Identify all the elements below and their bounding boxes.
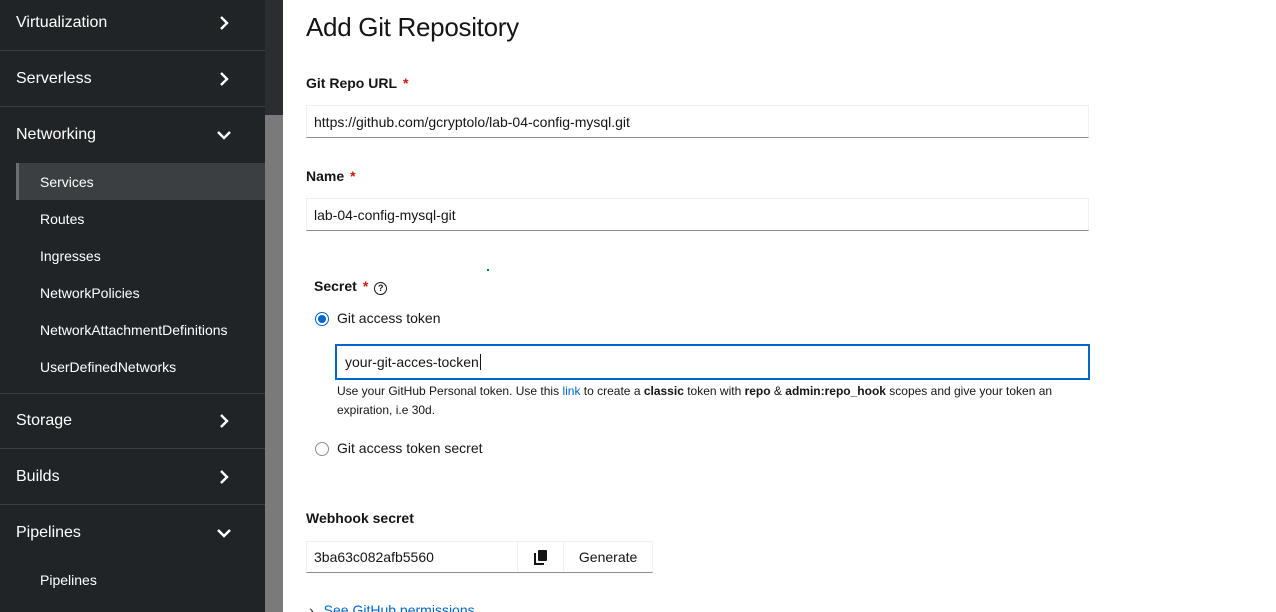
nav-section-label: Storage [16,411,73,429]
page-title: Add Git Repository [306,12,519,42]
webhook-secret-input[interactable]: 3ba63c082afb5560 [307,542,519,572]
main-content: Add Git Repository Git Repo URL * https:/… [283,0,1276,612]
webhook-secret-group: 3ba63c082afb5560 Generate [306,541,653,573]
helper-text-part: token with [683,384,745,398]
name-label-text: Name [306,168,345,184]
helper-text-part: & [770,384,786,398]
sidebar-item-label: NetworkAttachmentDefinitions [40,321,228,338]
nav-section-pipelines[interactable]: Pipelines [0,505,265,561]
nav-section-label: Builds [16,467,60,485]
see-github-permissions-toggle[interactable]: › See GitHub permissions [309,602,475,612]
helper-admin-hook-scope: admin:repo_hook [785,384,886,398]
chevron-right-icon: › [309,602,314,612]
chevron-right-icon [220,413,229,428]
nav-section-builds[interactable]: Builds [0,449,265,505]
chevron-right-icon [220,469,229,484]
sidebar-item-label: Pipelines [40,571,97,588]
copy-button[interactable] [518,542,565,572]
nav-section-virtualization[interactable]: Virtualization [0,0,265,51]
sidebar-item-networkpolicies[interactable]: NetworkPolicies [16,274,265,311]
chevron-right-icon [220,71,229,86]
nav-section-label: Serverless [16,69,92,87]
nav-section-label: Virtualization [16,13,108,31]
name-label: Name * [306,168,356,184]
git-url-input[interactable]: https://github.com/gcryptolo/lab-04-conf… [306,105,1089,138]
copy-icon [533,550,547,565]
stray-dot [487,269,489,271]
nav-section-storage[interactable]: Storage [0,393,265,449]
helper-text-part: Use your GitHub Personal token. Use this [337,384,563,398]
generate-button[interactable]: Generate [564,542,652,572]
git-url-value: https://github.com/gcryptolo/lab-04-conf… [314,113,630,130]
sidebar-scrollbar-thumb[interactable] [265,115,283,612]
sidebar-item-networkattachmentdefinitions[interactable]: NetworkAttachmentDefinitions [16,311,265,348]
sidebar-item-label: Services [40,173,94,190]
nav-section-serverless[interactable]: Serverless [0,51,265,107]
nav-section-label: Networking [16,126,97,143]
chevron-down-icon [217,131,231,140]
helper-text-part: to create a [580,384,644,398]
radio-git-access-token[interactable] [315,312,329,326]
sidebar-item-pipelines[interactable]: Pipelines [16,561,265,598]
chevron-right-icon [220,15,229,30]
nav-section-networking[interactable]: Networking [0,107,265,163]
git-url-label-text: Git Repo URL [306,75,397,91]
see-github-permissions-label: See GitHub permissions [323,602,475,612]
secret-label-text: Secret [314,278,357,294]
create-token-link[interactable]: link [562,384,580,398]
radio-git-access-token-label[interactable]: Git access token [337,310,441,326]
sidebar-item-label: NetworkPolicies [40,284,140,301]
required-marker: * [403,75,409,91]
required-marker: * [362,278,369,294]
sidebar-item-label: UserDefinedNetworks [40,358,177,375]
sidebar-item-label: Routes [40,210,85,227]
sidebar-item-userdefinednetworks[interactable]: UserDefinedNetworks [16,348,265,385]
token-value: your-git-acces-tocken [345,354,479,370]
sidebar-item-services[interactable]: Services [16,163,265,200]
nav-section-label: Pipelines [16,524,81,541]
chevron-down-icon [217,529,231,538]
sidebar-item-routes[interactable]: Routes [16,200,265,237]
radio-git-access-token-secret-label[interactable]: Git access token secret [337,440,483,456]
radio-git-access-token-secret[interactable] [315,442,329,456]
required-marker: * [350,168,356,184]
help-icon[interactable]: ? [374,282,388,295]
webhook-secret-label: Webhook secret [306,510,414,526]
helper-classic: classic [643,384,684,398]
helper-repo-scope: repo [744,384,771,398]
git-url-label: Git Repo URL * [306,75,408,91]
name-value: lab-04-config-mysql-git [314,206,456,223]
webhook-secret-value: 3ba63c082afb5560 [314,549,434,565]
secret-label: Secret *? [314,278,388,295]
token-helper-text: Use your GitHub Personal token. Use this… [337,382,1097,420]
git-access-token-input[interactable]: your-git-acces-tocken [335,344,1090,380]
sidebar-nav: Virtualization Serverless Networking Ser… [0,0,265,612]
text-caret [479,354,481,370]
sidebar-item-ingresses[interactable]: Ingresses [16,237,265,274]
name-input[interactable]: lab-04-config-mysql-git [306,198,1089,231]
sidebar-item-label: Ingresses [40,247,101,264]
